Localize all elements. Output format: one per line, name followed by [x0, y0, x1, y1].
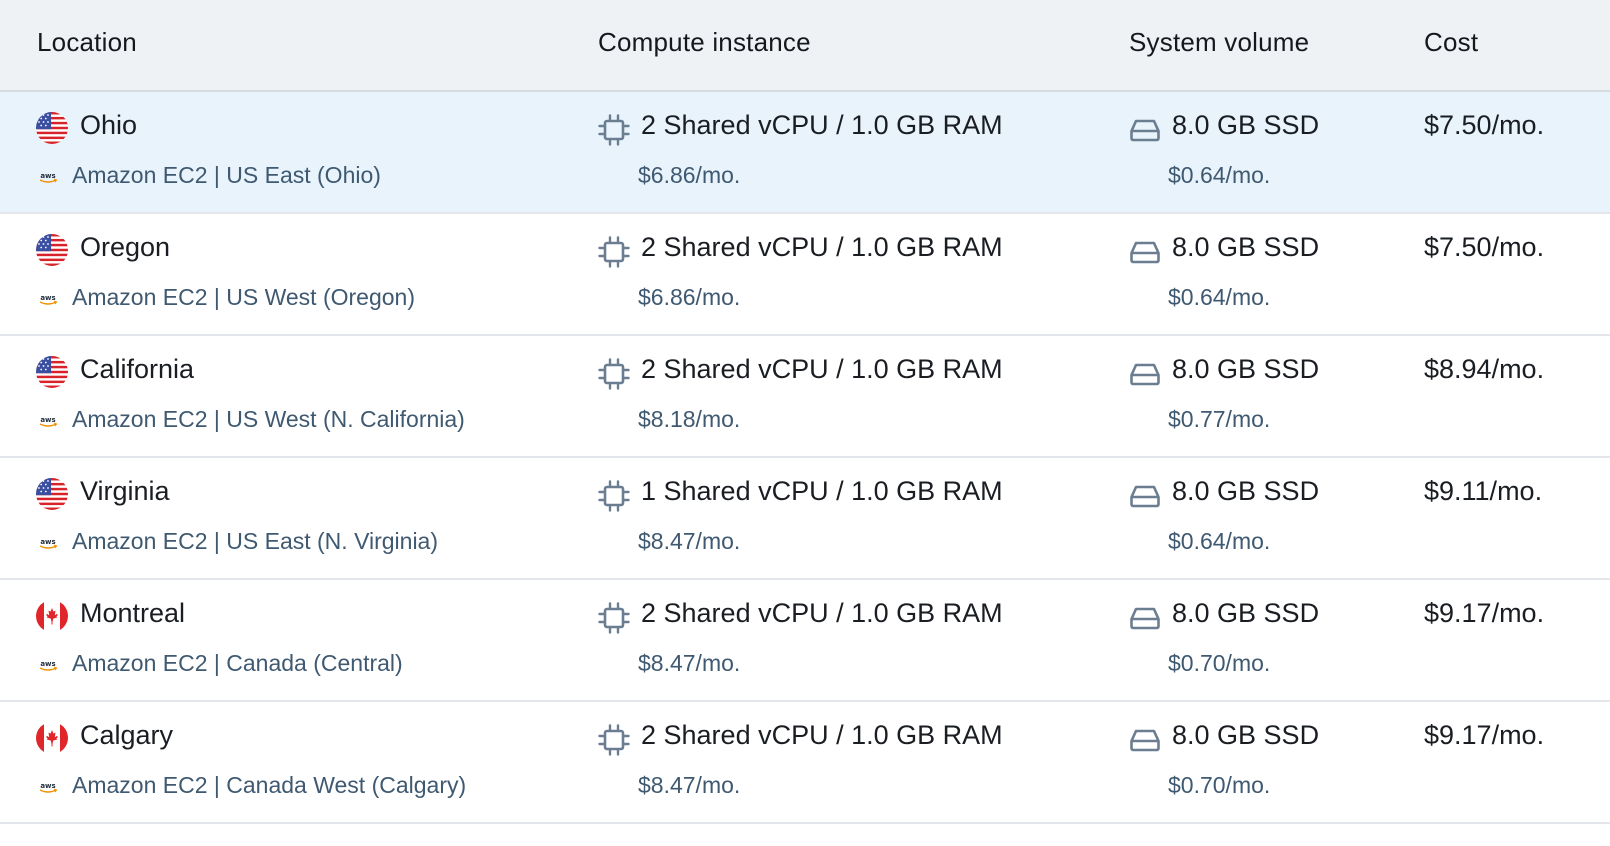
- table-row[interactable]: California aws Amazon EC2 | US West (N. …: [0, 336, 1610, 458]
- volume-spec: 8.0 GB SSD: [1172, 476, 1320, 506]
- compute-cost: $8.18/mo.: [638, 406, 741, 432]
- volume-cost: $0.70/mo.: [1168, 772, 1271, 798]
- cpu-icon: [598, 236, 630, 268]
- provider-region: Amazon EC2 | US East (N. Virginia): [72, 528, 439, 554]
- table-body: Ohio aws Amazon EC2 | US East (Ohio) 2 S…: [0, 92, 1610, 824]
- disk-icon: [1130, 119, 1160, 142]
- location-name: Virginia: [80, 476, 170, 506]
- compute-cost: $8.47/mo.: [638, 650, 741, 676]
- us-flag-icon: [36, 112, 68, 144]
- aws-logo-icon: aws: [39, 172, 58, 183]
- total-cost: $9.11/mo.: [1424, 476, 1543, 506]
- table-row[interactable]: Ohio aws Amazon EC2 | US East (Ohio) 2 S…: [0, 92, 1610, 214]
- total-cost: $7.50/mo.: [1424, 110, 1545, 140]
- svg-text:aws: aws: [40, 660, 55, 668]
- compute-cost: $8.47/mo.: [638, 528, 741, 554]
- column-header-cost[interactable]: Cost: [1424, 0, 1478, 88]
- column-header-location[interactable]: Location: [37, 0, 137, 88]
- svg-text:aws: aws: [40, 782, 55, 790]
- location-name: Ohio: [80, 110, 138, 140]
- svg-text:aws: aws: [40, 172, 55, 180]
- compute-spec: 2 Shared vCPU / 1.0 GB RAM: [641, 720, 1003, 750]
- provider-region: Amazon EC2 | Canada (Central): [72, 650, 403, 676]
- compute-spec: 1 Shared vCPU / 1.0 GB RAM: [641, 476, 1003, 506]
- total-cost: $9.17/mo.: [1424, 598, 1545, 628]
- cpu-icon: [598, 358, 630, 390]
- compute-cost: $6.86/mo.: [638, 284, 741, 310]
- location-name: California: [80, 354, 195, 384]
- volume-cost: $0.64/mo.: [1168, 528, 1271, 554]
- aws-logo-icon: aws: [39, 294, 58, 305]
- compute-cost: $8.47/mo.: [638, 772, 741, 798]
- aws-logo-icon: aws: [39, 660, 58, 671]
- provider-region: Amazon EC2 | US West (Oregon): [72, 284, 416, 310]
- total-cost: $9.17/mo.: [1424, 720, 1545, 750]
- location-name: Calgary: [80, 720, 174, 750]
- aws-logo-icon: aws: [39, 538, 58, 549]
- compute-spec: 2 Shared vCPU / 1.0 GB RAM: [641, 232, 1003, 262]
- disk-icon: [1130, 363, 1160, 386]
- column-header-compute[interactable]: Compute instance: [598, 0, 811, 88]
- disk-icon: [1130, 729, 1160, 752]
- ca-flag-icon: [36, 600, 68, 632]
- volume-cost: $0.70/mo.: [1168, 650, 1271, 676]
- disk-icon: [1130, 485, 1160, 508]
- disk-icon: [1130, 241, 1160, 264]
- table-row[interactable]: Virginia aws Amazon EC2 | US East (N. Vi…: [0, 458, 1610, 580]
- compute-spec: 2 Shared vCPU / 1.0 GB RAM: [641, 598, 1003, 628]
- volume-spec: 8.0 GB SSD: [1172, 720, 1320, 750]
- instance-table: Location Compute instance System volume …: [0, 0, 1610, 824]
- volume-spec: 8.0 GB SSD: [1172, 598, 1320, 628]
- table-row[interactable]: Calgary aws Amazon EC2 | Canada West (Ca…: [0, 702, 1610, 824]
- provider-region: Amazon EC2 | Canada West (Calgary): [72, 772, 467, 798]
- table-row[interactable]: Montreal aws Amazon EC2 | Canada (Centra…: [0, 580, 1610, 702]
- cpu-icon: [598, 724, 630, 756]
- column-header-volume[interactable]: System volume: [1129, 0, 1309, 88]
- compute-spec: 2 Shared vCPU / 1.0 GB RAM: [641, 110, 1003, 140]
- total-cost: $7.50/mo.: [1424, 232, 1545, 262]
- compute-cost: $6.86/mo.: [638, 162, 741, 188]
- svg-text:aws: aws: [40, 416, 55, 424]
- svg-text:aws: aws: [40, 538, 55, 546]
- volume-spec: 8.0 GB SSD: [1172, 232, 1320, 262]
- volume-spec: 8.0 GB SSD: [1172, 354, 1320, 384]
- cpu-icon: [598, 602, 630, 634]
- location-name: Oregon: [80, 232, 171, 262]
- table-header: Location Compute instance System volume …: [0, 0, 1610, 92]
- us-flag-icon: [36, 356, 68, 388]
- provider-region: Amazon EC2 | US East (Ohio): [72, 162, 381, 188]
- ca-flag-icon: [36, 722, 68, 754]
- table-row[interactable]: Oregon aws Amazon EC2 | US West (Oregon)…: [0, 214, 1610, 336]
- cpu-icon: [598, 114, 630, 146]
- cpu-icon: [598, 480, 630, 512]
- aws-logo-icon: aws: [39, 416, 58, 427]
- svg-text:aws: aws: [40, 294, 55, 302]
- volume-cost: $0.64/mo.: [1168, 284, 1271, 310]
- us-flag-icon: [36, 478, 68, 510]
- volume-cost: $0.64/mo.: [1168, 162, 1271, 188]
- total-cost: $8.94/mo.: [1424, 354, 1545, 384]
- us-flag-icon: [36, 234, 68, 266]
- location-name: Montreal: [80, 598, 186, 628]
- aws-logo-icon: aws: [39, 782, 58, 793]
- volume-spec: 8.0 GB SSD: [1172, 110, 1320, 140]
- compute-spec: 2 Shared vCPU / 1.0 GB RAM: [641, 354, 1003, 384]
- provider-region: Amazon EC2 | US West (N. California): [72, 406, 465, 432]
- volume-cost: $0.77/mo.: [1168, 406, 1271, 432]
- disk-icon: [1130, 607, 1160, 630]
